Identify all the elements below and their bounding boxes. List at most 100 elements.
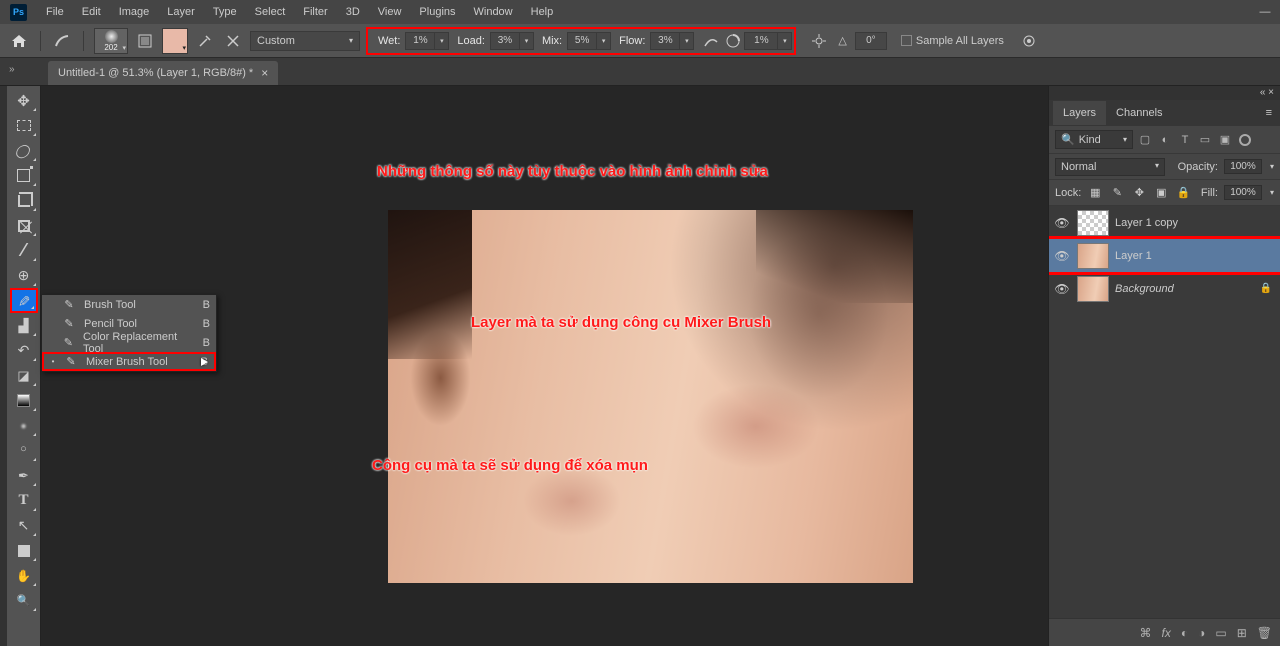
layer-name[interactable]: Layer 1 copy — [1115, 217, 1178, 229]
tool-type[interactable] — [10, 488, 38, 513]
tool-healing[interactable] — [10, 263, 38, 288]
opacity-input[interactable]: 100% — [1224, 159, 1262, 174]
tool-eraser[interactable] — [10, 363, 38, 388]
visibility-icon[interactable]: 👁 — [1053, 282, 1071, 296]
menu-layer[interactable]: Layer — [158, 0, 204, 24]
tool-shape[interactable] — [10, 538, 38, 563]
tool-stamp[interactable] — [10, 313, 38, 338]
filter-smart-icon[interactable]: ▣ — [1217, 133, 1233, 146]
tool-hand[interactable] — [10, 563, 38, 588]
layer-name[interactable]: Background — [1115, 283, 1174, 295]
group-icon[interactable]: ▭ — [1215, 626, 1226, 640]
flow-dropdown[interactable]: ▾ — [680, 32, 694, 50]
tool-blur[interactable] — [10, 413, 38, 438]
filter-shape-icon[interactable]: ▭ — [1197, 133, 1213, 146]
panel-menu-icon[interactable]: ≡ — [1258, 107, 1280, 119]
menu-edit[interactable]: Edit — [73, 0, 110, 24]
document-tab[interactable]: Untitled-1 @ 51.3% (Layer 1, RGB/8#) * × — [48, 61, 278, 85]
delete-icon[interactable]: 🗑 — [1257, 626, 1272, 640]
tool-zoom[interactable] — [10, 588, 38, 613]
smoothing-input[interactable]: 1% — [744, 32, 778, 50]
tool-path[interactable] — [10, 513, 38, 538]
new-layer-icon[interactable]: ⊞ — [1237, 626, 1247, 640]
menu-select[interactable]: Select — [246, 0, 295, 24]
fx-icon[interactable]: fx — [1162, 626, 1171, 640]
filter-kind-select[interactable]: 🔍 Kind▾ — [1055, 130, 1133, 149]
visibility-icon[interactable]: 👁 — [1053, 249, 1071, 263]
pressure-icon[interactable] — [1018, 30, 1040, 52]
panel-collapse[interactable]: « × — [1049, 86, 1280, 100]
lock-all-icon[interactable]: 🔒 — [1175, 186, 1191, 199]
load-input[interactable]: 3% — [490, 32, 520, 50]
brush-settings-icon[interactable] — [134, 30, 156, 52]
filter-toggle[interactable] — [1239, 134, 1251, 146]
menu-3d[interactable]: 3D — [337, 0, 369, 24]
tool-brush[interactable] — [10, 288, 38, 313]
tool-eyedropper[interactable] — [10, 238, 38, 263]
flyout-mixer-brush-tool[interactable]: •✎Mixer Brush ToolB — [42, 352, 216, 371]
blend-mode-select[interactable]: Normal▾ — [1055, 158, 1165, 176]
mask-icon[interactable]: ◐ — [1181, 626, 1188, 640]
lock-position-icon[interactable]: ✥ — [1131, 186, 1147, 199]
preset-select[interactable]: Custom▾ — [250, 31, 360, 51]
menu-image[interactable]: Image — [110, 0, 159, 24]
menu-filter[interactable]: Filter — [294, 0, 336, 24]
menu-plugins[interactable]: Plugins — [410, 0, 464, 24]
visibility-icon[interactable]: 👁 — [1053, 216, 1071, 230]
lock-artboard-icon[interactable]: ▣ — [1153, 186, 1169, 199]
window-minimize[interactable]: — — [1250, 0, 1280, 24]
wet-input[interactable]: 1% — [405, 32, 435, 50]
mix-dropdown[interactable]: ▾ — [597, 32, 611, 50]
brush-size-preview[interactable]: 202▾ — [94, 28, 128, 54]
layer-layer-1[interactable]: 👁 Layer 1 — [1049, 239, 1280, 272]
angle-input[interactable]: 0° — [855, 32, 887, 50]
tool-move[interactable] — [10, 88, 38, 113]
sample-all-checkbox[interactable]: Sample All Layers — [901, 35, 1004, 47]
fill-input[interactable]: 100% — [1224, 185, 1262, 200]
tool-frame[interactable] — [10, 213, 38, 238]
clean-brush-icon[interactable] — [222, 30, 244, 52]
flyout-brush-tool[interactable]: ✎Brush ToolB — [42, 295, 216, 314]
layer-thumbnail[interactable] — [1077, 243, 1109, 269]
opacity-dropdown[interactable]: ▾ — [1270, 162, 1274, 171]
tool-dodge[interactable] — [10, 438, 38, 463]
tool-preset-icon[interactable] — [51, 30, 73, 52]
layer-background[interactable]: 👁 Background 🔒 — [1049, 272, 1280, 305]
filter-adjust-icon[interactable]: ◐ — [1157, 134, 1173, 146]
airbrush-icon[interactable] — [700, 30, 722, 52]
flyout-color-replacement-tool[interactable]: ✎Color Replacement ToolB — [42, 333, 216, 352]
link-layers-icon[interactable]: ⌘ — [1140, 626, 1152, 640]
tool-marquee[interactable] — [10, 113, 38, 138]
lock-pixels-icon[interactable]: ✎ — [1109, 186, 1125, 199]
fill-dropdown[interactable]: ▾ — [1270, 188, 1274, 197]
tool-history[interactable] — [10, 338, 38, 363]
menu-view[interactable]: View — [369, 0, 411, 24]
menu-window[interactable]: Window — [465, 0, 522, 24]
home-icon[interactable] — [8, 30, 30, 52]
filter-type-icon[interactable]: T — [1177, 134, 1193, 146]
mix-input[interactable]: 5% — [567, 32, 597, 50]
load-dropdown[interactable]: ▾ — [520, 32, 534, 50]
tool-gradient[interactable] — [10, 388, 38, 413]
gear-icon[interactable] — [808, 30, 830, 52]
tool-lasso[interactable] — [10, 138, 38, 163]
wet-dropdown[interactable]: ▾ — [435, 32, 449, 50]
tool-pen[interactable] — [10, 463, 38, 488]
menu-type[interactable]: Type — [204, 0, 246, 24]
layer-name[interactable]: Layer 1 — [1115, 250, 1152, 262]
menu-help[interactable]: Help — [522, 0, 563, 24]
close-icon[interactable]: × — [261, 66, 268, 80]
tab-channels[interactable]: Channels — [1106, 101, 1172, 125]
layer-layer-1-copy[interactable]: 👁 Layer 1 copy — [1049, 206, 1280, 239]
adjustment-icon[interactable]: ◑ — [1198, 626, 1205, 640]
filter-image-icon[interactable]: ▢ — [1137, 133, 1153, 146]
color-swatch[interactable]: ▾ — [162, 28, 188, 54]
flow-input[interactable]: 3% — [650, 32, 680, 50]
tool-crop[interactable] — [10, 188, 38, 213]
tab-layers[interactable]: Layers — [1053, 101, 1106, 125]
menu-file[interactable]: File — [37, 0, 73, 24]
lock-trans-icon[interactable]: ▦ — [1087, 186, 1103, 199]
smoothing-dropdown[interactable]: ▾ — [778, 32, 792, 50]
load-brush-icon[interactable] — [194, 30, 216, 52]
layer-thumbnail[interactable] — [1077, 210, 1109, 236]
